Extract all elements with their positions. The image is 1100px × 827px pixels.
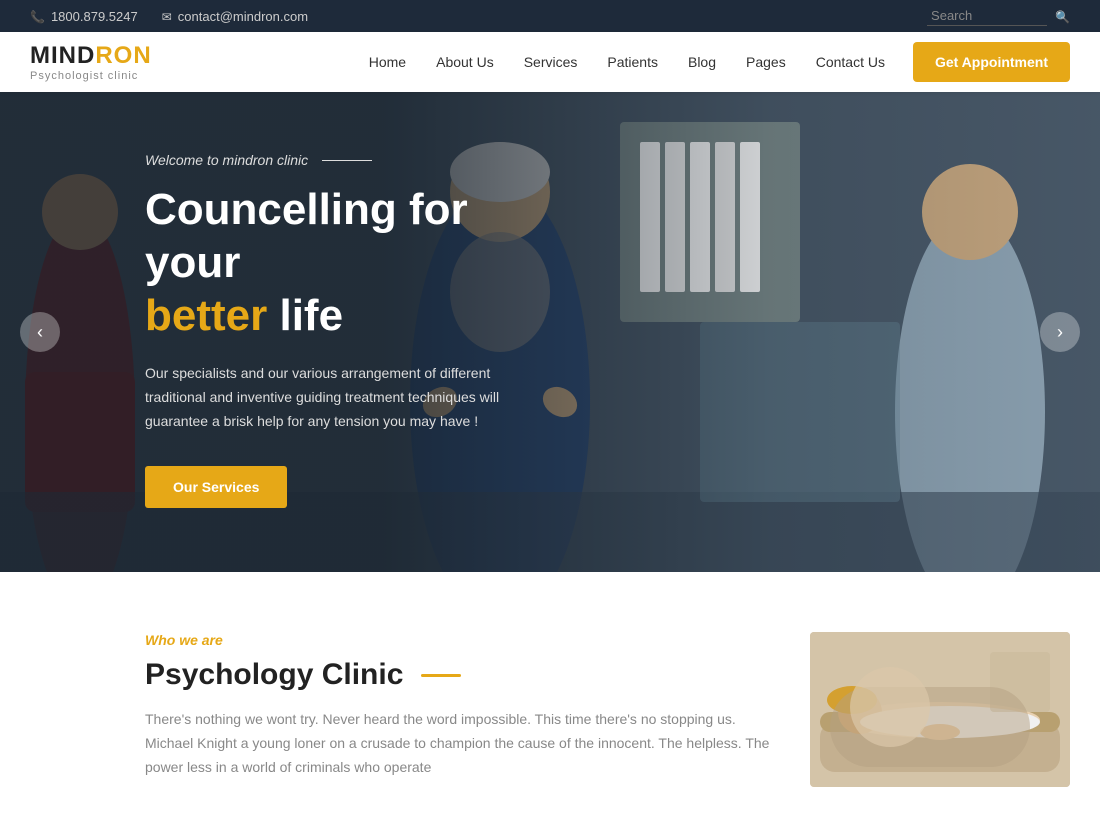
header: MINDRON Psychologist clinic Home About U… bbox=[0, 32, 1100, 92]
our-services-button[interactable]: Our Services bbox=[145, 466, 287, 508]
nav-home[interactable]: Home bbox=[357, 46, 418, 78]
about-title: Psychology Clinic bbox=[145, 658, 770, 692]
about-description: There's nothing we wont try. Never heard… bbox=[145, 708, 770, 779]
nav-contact[interactable]: Contact Us bbox=[804, 46, 897, 78]
hero-title-highlight: better bbox=[145, 291, 267, 340]
hero-title: Councelling for your better life bbox=[145, 184, 520, 342]
hero-content: Welcome to mindron clinic Councelling fo… bbox=[0, 92, 520, 508]
logo-subtitle: Psychologist clinic bbox=[30, 70, 152, 82]
chevron-left-icon: ‹ bbox=[37, 322, 43, 343]
email-icon bbox=[162, 9, 172, 24]
carousel-next-button[interactable]: › bbox=[1040, 312, 1080, 352]
appointment-button[interactable]: Get Appointment bbox=[913, 42, 1070, 82]
about-image bbox=[810, 632, 1070, 787]
phone-icon bbox=[30, 9, 45, 24]
logo-ron: RON bbox=[95, 42, 151, 69]
nav-services[interactable]: Services bbox=[512, 46, 590, 78]
about-text: Who we are Psychology Clinic There's not… bbox=[145, 632, 770, 779]
hero-section: Welcome to mindron clinic Councelling fo… bbox=[0, 92, 1100, 572]
nav-pages[interactable]: Pages bbox=[734, 46, 798, 78]
search-bar[interactable] bbox=[927, 6, 1070, 26]
nav-patients[interactable]: Patients bbox=[595, 46, 670, 78]
search-icon bbox=[1055, 9, 1070, 24]
about-title-decoration bbox=[421, 674, 461, 677]
top-bar: 1800.879.5247 contact@mindron.com bbox=[0, 0, 1100, 32]
hero-welcome-text: Welcome to mindron clinic bbox=[145, 152, 520, 168]
main-nav: Home About Us Services Patients Blog Pag… bbox=[357, 46, 897, 78]
about-section: Who we are Psychology Clinic There's not… bbox=[0, 572, 1100, 827]
hero-description: Our specialists and our various arrangem… bbox=[145, 362, 520, 433]
chevron-right-icon: › bbox=[1057, 322, 1063, 343]
logo-mind: MIND bbox=[30, 42, 95, 69]
hero-title-line2: life bbox=[267, 291, 343, 340]
email-address: contact@mindron.com bbox=[178, 9, 308, 24]
nav-blog[interactable]: Blog bbox=[676, 46, 728, 78]
about-label: Who we are bbox=[145, 632, 770, 648]
phone-info: 1800.879.5247 bbox=[30, 9, 138, 24]
email-info: contact@mindron.com bbox=[162, 9, 308, 24]
phone-number: 1800.879.5247 bbox=[51, 9, 138, 24]
about-title-text: Psychology Clinic bbox=[145, 658, 403, 692]
nav-about[interactable]: About Us bbox=[424, 46, 506, 78]
top-bar-left: 1800.879.5247 contact@mindron.com bbox=[30, 9, 903, 24]
logo: MINDRON Psychologist clinic bbox=[30, 42, 152, 82]
carousel-prev-button[interactable]: ‹ bbox=[20, 312, 60, 352]
logo-text: MINDRON bbox=[30, 42, 152, 70]
hero-title-line1: Councelling for your bbox=[145, 185, 468, 287]
search-input[interactable] bbox=[927, 6, 1047, 26]
